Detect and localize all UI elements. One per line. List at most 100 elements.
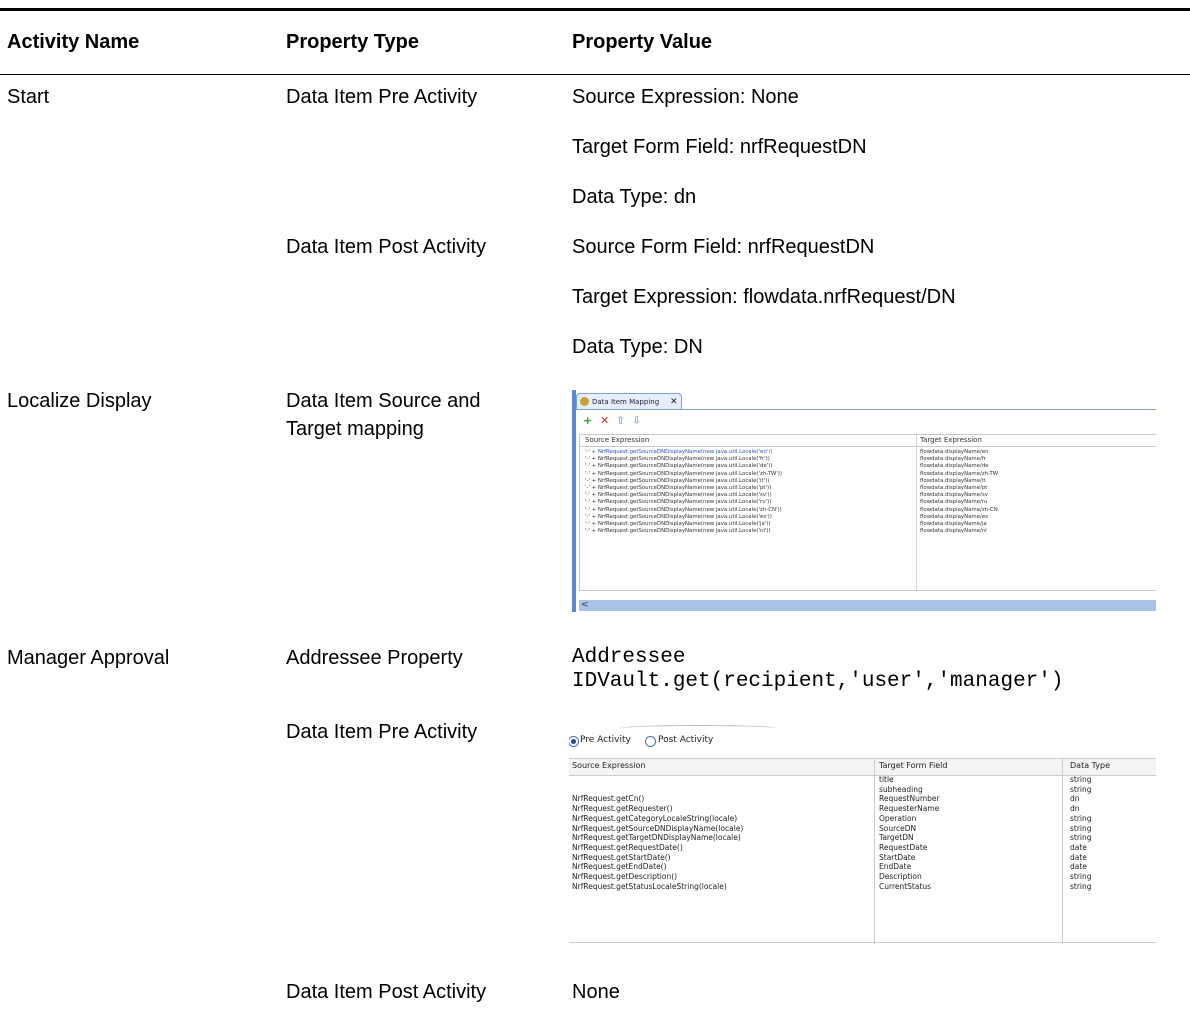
mapping-target-cell[interactable]: flowdata.displayName/es: [920, 514, 988, 521]
close-icon[interactable]: ✕: [670, 394, 678, 410]
mapping-source-cell[interactable]: '-' + NrfRequest.getSourceDNDisplayName(…: [585, 485, 771, 492]
radio-label: Post Activity: [658, 735, 714, 745]
delete-icon[interactable]: ✕: [600, 415, 609, 427]
column-header: Source Expression: [572, 761, 646, 770]
data-item-mapping-screenshot: Data Item Mapping ✕ + ✕ ⇧ ⇩ Source Expre…: [572, 390, 1156, 612]
property-type: Addressee Property: [286, 647, 463, 669]
mapping-source-cell[interactable]: '-' + NrfRequest.getSourceDNDisplayName(…: [585, 514, 772, 521]
target-form-field-cell[interactable]: TargetDN: [879, 833, 914, 843]
data-type-cell[interactable]: string: [1070, 882, 1092, 892]
source-expression-cell[interactable]: NrfRequest.getRequestDate(): [572, 843, 683, 853]
target-form-field-cell[interactable]: subheading: [879, 785, 923, 795]
data-type-cell[interactable]: date: [1070, 862, 1087, 872]
mapping-source-cell[interactable]: '-' + NrfRequest.getSourceDNDisplayName(…: [585, 471, 782, 478]
radio-post-activity[interactable]: [645, 736, 656, 747]
source-expression-cell[interactable]: NrfRequest.getSourceDNDisplayName(locale…: [572, 824, 743, 834]
source-expression-cell[interactable]: NrfRequest.getDescription(): [572, 872, 677, 882]
data-type-cell[interactable]: string: [1070, 824, 1092, 834]
data-type-cell[interactable]: dn: [1070, 794, 1080, 804]
activity-localize-display: Localize Display: [7, 390, 152, 412]
mapping-grid: Source Expression Target Expression '-' …: [579, 434, 1156, 591]
mapping-target-cell[interactable]: flowdata.displayName/ja: [920, 521, 987, 528]
data-type-cell[interactable]: string: [1070, 785, 1092, 795]
property-type: Data Item Source and: [286, 390, 481, 412]
property-type: Data Item Post Activity: [286, 236, 487, 258]
mapping-source-cell[interactable]: '-' + NrfRequest.getSourceDNDisplayName(…: [585, 499, 771, 506]
pre-activity-screenshot: Pre Activity Post Activity Source Expres…: [569, 725, 1156, 947]
target-form-field-cell[interactable]: StartDate: [879, 853, 915, 863]
source-expression-cell[interactable]: NrfRequest.getEndDate(): [572, 862, 667, 872]
source-expression-cell[interactable]: NrfRequest.getStatusLocaleString(locale): [572, 882, 727, 892]
mapping-source-cell[interactable]: '-' + NrfRequest.getSourceDNDisplayName(…: [585, 456, 770, 463]
activity-start: Start: [7, 86, 50, 108]
data-type-cell[interactable]: string: [1070, 872, 1092, 882]
target-form-field-cell[interactable]: Operation: [879, 814, 916, 824]
data-type-cell[interactable]: date: [1070, 843, 1087, 853]
table-top-rule: [0, 8, 1190, 11]
header-property-value: Property Value: [572, 31, 713, 53]
activity-manager-approval: Manager Approval: [7, 647, 170, 669]
mapping-target-cell[interactable]: flowdata.displayName/it: [920, 478, 985, 485]
property-value: Target Form Field: nrfRequestDN: [572, 136, 867, 158]
scroll-left-icon[interactable]: <: [581, 600, 589, 611]
add-icon[interactable]: +: [583, 415, 592, 427]
property-value: None: [572, 981, 620, 1003]
mapping-target-cell[interactable]: flowdata.displayName/zh-TW: [920, 471, 998, 478]
tab-label: Data Item Mapping: [592, 398, 660, 406]
column-header: Data Type: [1070, 761, 1111, 770]
mapping-source-cell[interactable]: '-' + NrfRequest.getSourceDNDisplayName(…: [585, 521, 771, 528]
data-type-cell[interactable]: date: [1070, 853, 1087, 863]
data-type-cell[interactable]: string: [1070, 814, 1092, 824]
mapping-source-cell[interactable]: '-' + NrfRequest.getSourceDNDisplayName(…: [585, 492, 772, 499]
grid-bottom: [569, 942, 1156, 943]
mapping-target-cell[interactable]: flowdata.displayName/sv: [920, 492, 988, 499]
column-header: Target Expression: [920, 436, 982, 444]
target-form-field-cell[interactable]: EndDate: [879, 862, 911, 872]
panel-edge: [619, 725, 779, 732]
target-form-field-cell[interactable]: SourceDN: [879, 824, 916, 834]
tab-data-item-mapping[interactable]: Data Item Mapping ✕: [576, 393, 682, 410]
data-type-cell[interactable]: string: [1070, 833, 1092, 843]
move-down-icon[interactable]: ⇩: [632, 415, 641, 427]
target-form-field-cell[interactable]: RequesterName: [879, 804, 939, 814]
source-expression-cell[interactable]: NrfRequest.getRequester(): [572, 804, 673, 814]
property-type: Data Item Pre Activity: [286, 721, 478, 743]
data-type-cell[interactable]: dn: [1070, 804, 1080, 814]
mapping-target-cell[interactable]: flowdata.displayName/de: [920, 463, 989, 470]
mapping-target-cell[interactable]: flowdata.displayName/ru: [920, 499, 987, 506]
source-expression-cell[interactable]: NrfRequest.getTargetDNDisplayName(locale…: [572, 833, 741, 843]
property-type: Target mapping: [286, 418, 424, 440]
property-value: Source Form Field: nrfRequestDN: [572, 236, 875, 258]
data-type-cell[interactable]: string: [1070, 775, 1092, 785]
mapping-source-cell[interactable]: '-' + NrfRequest.getSourceDNDisplayName(…: [585, 528, 771, 535]
mapping-target-cell[interactable]: flowdata.displayName/fr: [920, 456, 986, 463]
column-header: Source Expression: [585, 436, 650, 444]
mapping-source-cell[interactable]: '-' + NrfRequest.getSourceDNDisplayName(…: [585, 449, 772, 456]
header-rule: [0, 74, 1190, 75]
source-expression-cell[interactable]: NrfRequest.getCn(): [572, 794, 644, 804]
move-up-icon[interactable]: ⇧: [616, 415, 625, 427]
mapping-target-cell[interactable]: flowdata.displayName/zh-CN: [920, 507, 998, 514]
radio-label: Pre Activity: [580, 735, 631, 745]
mapping-target-cell[interactable]: flowdata.displayName/nl: [920, 528, 987, 535]
property-value: Addressee: [572, 646, 686, 669]
property-value: Data Type: dn: [572, 186, 697, 208]
column-divider: [916, 435, 917, 590]
mapping-target-cell[interactable]: flowdata.displayName/pt: [920, 485, 987, 492]
radio-pre-activity[interactable]: [569, 736, 579, 747]
property-type: Data Item Pre Activity: [286, 86, 478, 108]
property-value: Target Expression: flowdata.nrfRequest/D…: [572, 286, 956, 308]
target-form-field-cell[interactable]: Description: [879, 872, 922, 882]
target-form-field-cell[interactable]: RequestNumber: [879, 794, 940, 804]
mapping-source-cell[interactable]: '-' + NrfRequest.getSourceDNDisplayName(…: [585, 478, 769, 485]
mapping-target-cell[interactable]: flowdata.displayName/en: [920, 449, 989, 456]
target-form-field-cell[interactable]: RequestDate: [879, 843, 927, 853]
source-expression-cell[interactable]: NrfRequest.getCategoryLocaleString(local…: [572, 814, 737, 824]
mapping-source-cell[interactable]: '-' + NrfRequest.getSourceDNDisplayName(…: [585, 463, 772, 470]
mapping-source-cell[interactable]: '-' + NrfRequest.getSourceDNDisplayName(…: [585, 507, 782, 514]
horizontal-scrollbar[interactable]: <: [579, 600, 1156, 611]
column-divider: [1062, 758, 1063, 944]
target-form-field-cell[interactable]: title: [879, 775, 894, 785]
source-expression-cell[interactable]: NrfRequest.getStartDate(): [572, 853, 671, 863]
target-form-field-cell[interactable]: CurrentStatus: [879, 882, 931, 892]
